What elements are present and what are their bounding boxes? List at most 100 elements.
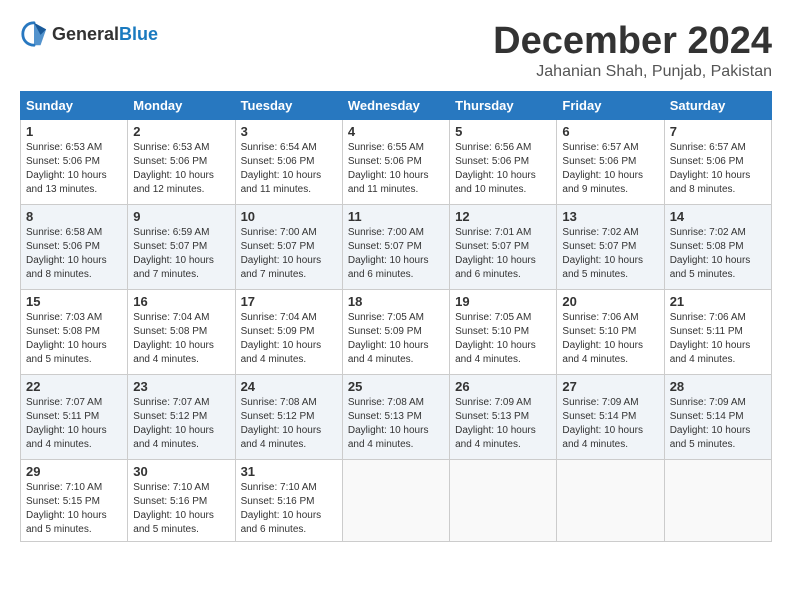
day-number: 18 bbox=[348, 294, 444, 309]
calendar-day-cell: 20Sunrise: 7:06 AM Sunset: 5:10 PM Dayli… bbox=[557, 290, 664, 375]
calendar-day-cell: 1 Sunrise: 6:53 AM Sunset: 5:06 PM Daylig… bbox=[21, 120, 128, 205]
day-number: 15 bbox=[26, 294, 122, 309]
month-title: December 2024 bbox=[493, 20, 772, 63]
calendar-day-cell: 30 Sunrise: 7:10 AM Sunset: 5:16 PM Dayli… bbox=[128, 460, 235, 542]
calendar-day-cell: 7Sunrise: 6:57 AM Sunset: 5:06 PM Daylig… bbox=[664, 120, 771, 205]
day-info: Sunrise: 7:09 AM Sunset: 5:13 PM Dayligh… bbox=[455, 396, 551, 452]
day-header-tuesday: Tuesday bbox=[235, 92, 342, 120]
day-info: Sunrise: 7:03 AM Sunset: 5:08 PM Dayligh… bbox=[26, 311, 122, 367]
day-info: Sunrise: 7:10 AM Sunset: 5:15 PM Dayligh… bbox=[26, 481, 122, 537]
empty-day-cell bbox=[342, 460, 449, 542]
day-number: 23 bbox=[133, 379, 229, 394]
day-number: 5 bbox=[455, 124, 551, 139]
day-number: 10 bbox=[241, 209, 337, 224]
day-info: Sunrise: 7:08 AM Sunset: 5:12 PM Dayligh… bbox=[241, 396, 337, 452]
day-number: 12 bbox=[455, 209, 551, 224]
calendar-day-cell: 3 Sunrise: 6:54 AM Sunset: 5:06 PM Daylig… bbox=[235, 120, 342, 205]
day-header-sunday: Sunday bbox=[21, 92, 128, 120]
day-number: 4 bbox=[348, 124, 444, 139]
day-info: Sunrise: 7:06 AM Sunset: 5:11 PM Dayligh… bbox=[670, 311, 766, 367]
logo-icon bbox=[20, 20, 48, 48]
calendar-day-cell: 9Sunrise: 6:59 AM Sunset: 5:07 PM Daylig… bbox=[128, 205, 235, 290]
day-number: 28 bbox=[670, 379, 766, 394]
day-number: 11 bbox=[348, 209, 444, 224]
day-number: 14 bbox=[670, 209, 766, 224]
calendar-day-cell: 19 Sunrise: 7:05 AM Sunset: 5:10 PM Dayli… bbox=[450, 290, 557, 375]
calendar-day-cell: 31 Sunrise: 7:10 AM Sunset: 5:16 PM Dayli… bbox=[235, 460, 342, 542]
calendar-day-cell: 27 Sunrise: 7:09 AM Sunset: 5:14 PM Dayli… bbox=[557, 375, 664, 460]
day-info: Sunrise: 7:05 AM Sunset: 5:09 PM Dayligh… bbox=[348, 311, 444, 367]
calendar-day-cell: 14 Sunrise: 7:02 AM Sunset: 5:08 PM Dayli… bbox=[664, 205, 771, 290]
day-number: 7 bbox=[670, 124, 766, 139]
page-header: GeneralBlue December 2024 Jahanian Shah,… bbox=[20, 20, 772, 81]
calendar-day-cell: 22 Sunrise: 7:07 AM Sunset: 5:11 PM Dayli… bbox=[21, 375, 128, 460]
calendar-day-cell: 8Sunrise: 6:58 AM Sunset: 5:06 PM Daylig… bbox=[21, 205, 128, 290]
day-number: 16 bbox=[133, 294, 229, 309]
day-info: Sunrise: 6:57 AM Sunset: 5:06 PM Dayligh… bbox=[562, 141, 658, 197]
day-number: 2 bbox=[133, 124, 229, 139]
calendar-week-row: 29 Sunrise: 7:10 AM Sunset: 5:15 PM Dayli… bbox=[21, 460, 772, 542]
day-number: 19 bbox=[455, 294, 551, 309]
calendar-week-row: 15 Sunrise: 7:03 AM Sunset: 5:08 PM Dayli… bbox=[21, 290, 772, 375]
logo-blue-text: Blue bbox=[119, 24, 158, 44]
day-number: 1 bbox=[26, 124, 122, 139]
calendar-day-cell: 11Sunrise: 7:00 AM Sunset: 5:07 PM Dayli… bbox=[342, 205, 449, 290]
day-number: 29 bbox=[26, 464, 122, 479]
day-number: 24 bbox=[241, 379, 337, 394]
empty-day-cell bbox=[557, 460, 664, 542]
day-info: Sunrise: 7:00 AM Sunset: 5:07 PM Dayligh… bbox=[241, 226, 337, 282]
calendar-week-row: 1 Sunrise: 6:53 AM Sunset: 5:06 PM Daylig… bbox=[21, 120, 772, 205]
day-info: Sunrise: 7:10 AM Sunset: 5:16 PM Dayligh… bbox=[241, 481, 337, 537]
day-number: 3 bbox=[241, 124, 337, 139]
calendar-header-row: SundayMondayTuesdayWednesdayThursdayFrid… bbox=[21, 92, 772, 120]
day-number: 17 bbox=[241, 294, 337, 309]
day-info: Sunrise: 7:09 AM Sunset: 5:14 PM Dayligh… bbox=[562, 396, 658, 452]
calendar-day-cell: 18 Sunrise: 7:05 AM Sunset: 5:09 PM Dayli… bbox=[342, 290, 449, 375]
calendar-day-cell: 4 Sunrise: 6:55 AM Sunset: 5:06 PM Daylig… bbox=[342, 120, 449, 205]
day-number: 25 bbox=[348, 379, 444, 394]
calendar-day-cell: 21 Sunrise: 7:06 AM Sunset: 5:11 PM Dayli… bbox=[664, 290, 771, 375]
empty-day-cell bbox=[450, 460, 557, 542]
day-number: 26 bbox=[455, 379, 551, 394]
day-number: 22 bbox=[26, 379, 122, 394]
day-number: 30 bbox=[133, 464, 229, 479]
day-info: Sunrise: 6:54 AM Sunset: 5:06 PM Dayligh… bbox=[241, 141, 337, 197]
day-info: Sunrise: 7:07 AM Sunset: 5:11 PM Dayligh… bbox=[26, 396, 122, 452]
calendar-day-cell: 10 Sunrise: 7:00 AM Sunset: 5:07 PM Dayli… bbox=[235, 205, 342, 290]
title-area: December 2024 Jahanian Shah, Punjab, Pak… bbox=[493, 20, 772, 81]
day-number: 31 bbox=[241, 464, 337, 479]
day-info: Sunrise: 7:01 AM Sunset: 5:07 PM Dayligh… bbox=[455, 226, 551, 282]
calendar-day-cell: 17Sunrise: 7:04 AM Sunset: 5:09 PM Dayli… bbox=[235, 290, 342, 375]
day-info: Sunrise: 7:10 AM Sunset: 5:16 PM Dayligh… bbox=[133, 481, 229, 537]
day-number: 6 bbox=[562, 124, 658, 139]
day-info: Sunrise: 7:05 AM Sunset: 5:10 PM Dayligh… bbox=[455, 311, 551, 367]
day-info: Sunrise: 6:59 AM Sunset: 5:07 PM Dayligh… bbox=[133, 226, 229, 282]
day-info: Sunrise: 7:02 AM Sunset: 5:08 PM Dayligh… bbox=[670, 226, 766, 282]
day-info: Sunrise: 6:53 AM Sunset: 5:06 PM Dayligh… bbox=[26, 141, 122, 197]
day-number: 27 bbox=[562, 379, 658, 394]
calendar-day-cell: 6 Sunrise: 6:57 AM Sunset: 5:06 PM Daylig… bbox=[557, 120, 664, 205]
calendar-week-row: 22 Sunrise: 7:07 AM Sunset: 5:11 PM Dayli… bbox=[21, 375, 772, 460]
day-info: Sunrise: 6:56 AM Sunset: 5:06 PM Dayligh… bbox=[455, 141, 551, 197]
day-header-monday: Monday bbox=[128, 92, 235, 120]
day-header-friday: Friday bbox=[557, 92, 664, 120]
logo-general-text: General bbox=[52, 24, 119, 44]
day-info: Sunrise: 7:07 AM Sunset: 5:12 PM Dayligh… bbox=[133, 396, 229, 452]
calendar-day-cell: 13Sunrise: 7:02 AM Sunset: 5:07 PM Dayli… bbox=[557, 205, 664, 290]
day-info: Sunrise: 7:08 AM Sunset: 5:13 PM Dayligh… bbox=[348, 396, 444, 452]
day-number: 20 bbox=[562, 294, 658, 309]
day-info: Sunrise: 6:53 AM Sunset: 5:06 PM Dayligh… bbox=[133, 141, 229, 197]
day-info: Sunrise: 7:02 AM Sunset: 5:07 PM Dayligh… bbox=[562, 226, 658, 282]
calendar-table: SundayMondayTuesdayWednesdayThursdayFrid… bbox=[20, 91, 772, 542]
day-number: 21 bbox=[670, 294, 766, 309]
empty-day-cell bbox=[664, 460, 771, 542]
day-info: Sunrise: 6:55 AM Sunset: 5:06 PM Dayligh… bbox=[348, 141, 444, 197]
day-header-thursday: Thursday bbox=[450, 92, 557, 120]
day-info: Sunrise: 6:58 AM Sunset: 5:06 PM Dayligh… bbox=[26, 226, 122, 282]
calendar-day-cell: 5 Sunrise: 6:56 AM Sunset: 5:06 PM Daylig… bbox=[450, 120, 557, 205]
calendar-day-cell: 16Sunrise: 7:04 AM Sunset: 5:08 PM Dayli… bbox=[128, 290, 235, 375]
day-header-wednesday: Wednesday bbox=[342, 92, 449, 120]
day-info: Sunrise: 7:09 AM Sunset: 5:14 PM Dayligh… bbox=[670, 396, 766, 452]
calendar-day-cell: 12 Sunrise: 7:01 AM Sunset: 5:07 PM Dayli… bbox=[450, 205, 557, 290]
calendar-day-cell: 15 Sunrise: 7:03 AM Sunset: 5:08 PM Dayli… bbox=[21, 290, 128, 375]
